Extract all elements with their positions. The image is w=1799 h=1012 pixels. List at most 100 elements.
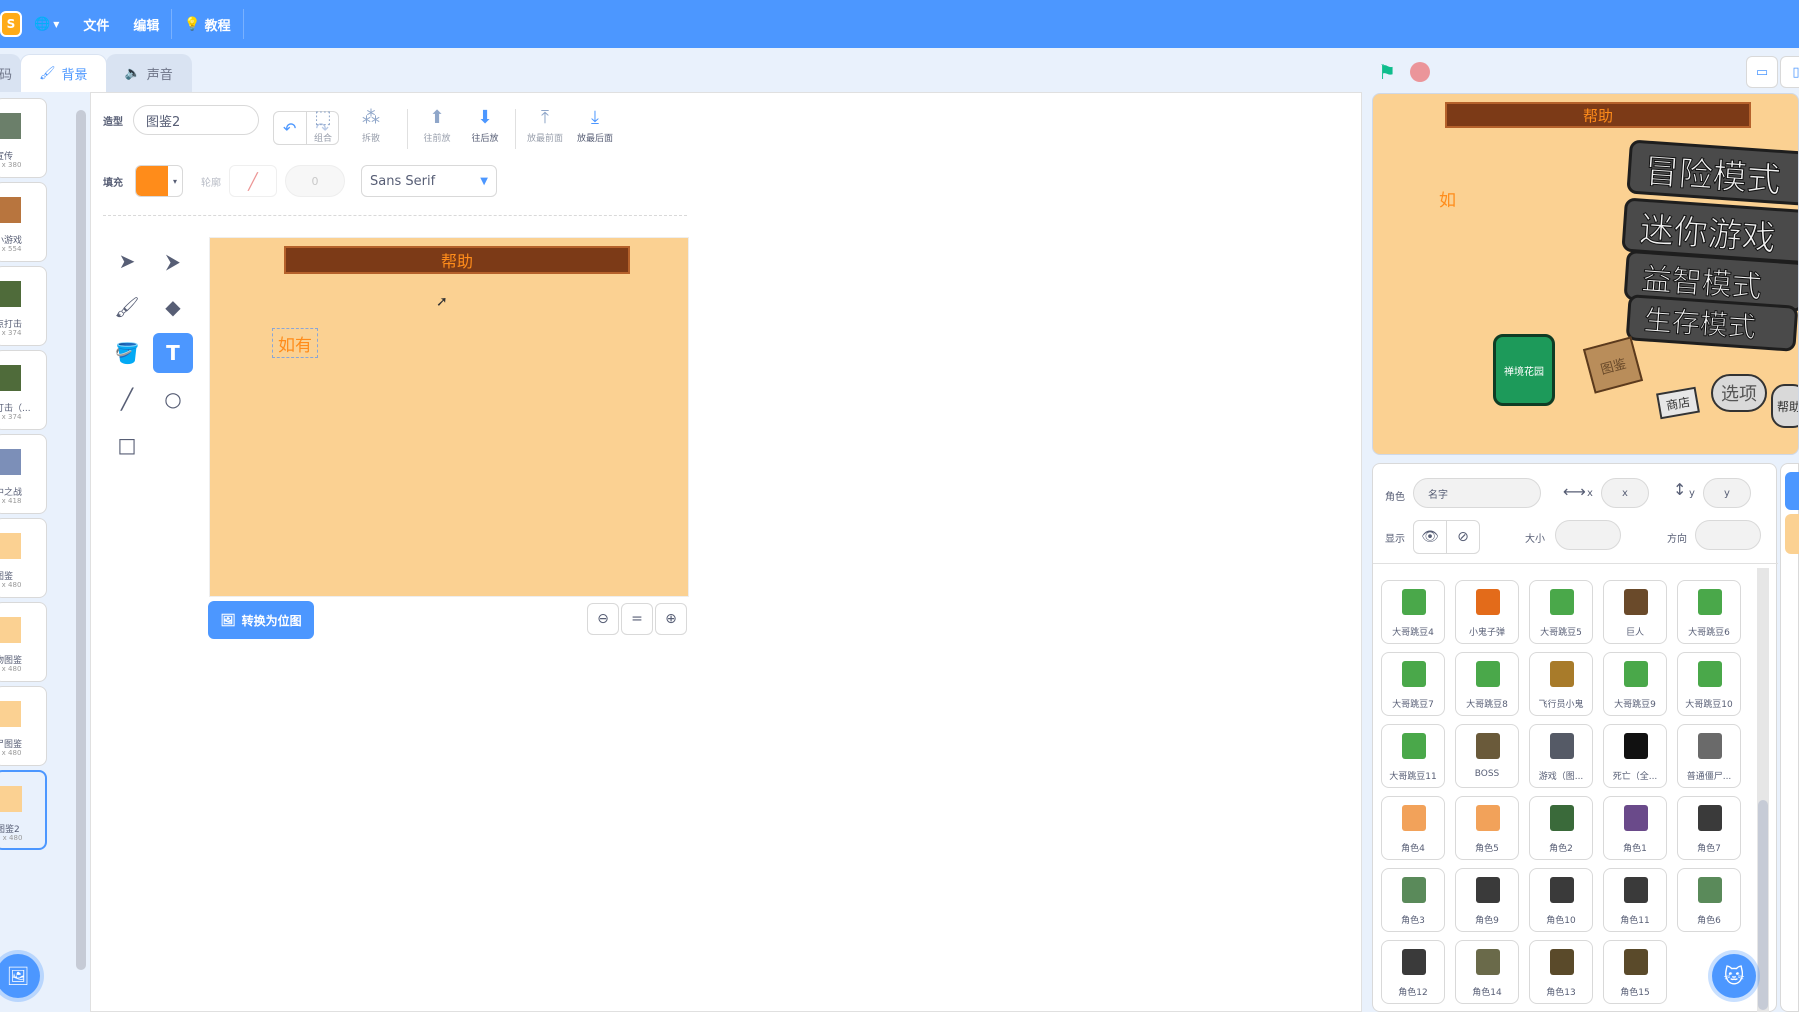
circle-tool[interactable]: ○ (153, 379, 193, 419)
costume-item[interactable]: 点打击3 x 374 (0, 266, 47, 346)
sprite-tile[interactable]: 角色14 (1455, 940, 1519, 1004)
tab-costumes[interactable]: 🖌 背景 (20, 54, 107, 92)
brush-icon: 🖌 (39, 66, 56, 81)
sprite-name: 大哥跳豆6 (1688, 628, 1730, 638)
sprite-tile[interactable]: 大哥跳豆9 (1603, 652, 1667, 716)
back-button[interactable]: ⤓ 放最后面 (571, 107, 619, 144)
add-sprite-button[interactable]: 🐱 (1712, 954, 1756, 998)
stage-selector-tab[interactable] (1785, 472, 1799, 510)
ungroup-button[interactable]: ⁂ 拆散 (347, 107, 395, 144)
outline-color-picker[interactable]: ╱ (229, 165, 277, 197)
options-bag[interactable]: 选项 (1711, 374, 1767, 412)
sprite-tile[interactable]: 角色5 (1455, 796, 1519, 860)
show-button[interactable]: 👁 (1413, 520, 1447, 554)
zoom-reset-button[interactable]: = (621, 603, 653, 635)
costume-item[interactable]: 打击（...0 x 374 (0, 350, 47, 430)
sprite-tile[interactable]: 大哥跳豆11 (1381, 724, 1445, 788)
fill-color-picker[interactable]: ▾ (135, 165, 183, 197)
fill-tool[interactable]: 🪣 (107, 333, 147, 373)
text-tool[interactable]: T (153, 333, 193, 373)
costume-item[interactable]: 图鉴23 x 480 (0, 770, 47, 850)
tab-sounds[interactable]: 🔈 声音 (105, 54, 192, 92)
shop-sign[interactable]: 商店 (1656, 386, 1700, 420)
line-tool[interactable]: ╱ (107, 379, 147, 419)
sprite-tile[interactable]: 飞行员小鬼 (1529, 652, 1593, 716)
convert-to-bitmap-button[interactable]: 🖼 转换为位图 (208, 601, 314, 639)
costume-item[interactable]: 物图鉴3 x 480 (0, 602, 47, 682)
costume-item[interactable]: 中之战3 x 418 (0, 434, 47, 514)
sprite-tile[interactable]: 角色4 (1381, 796, 1445, 860)
lightbulb-icon: 💡 (184, 16, 201, 32)
zen-garden-watering-can[interactable]: 禅境花园 (1493, 334, 1555, 406)
zoom-in-button[interactable]: ⊕ (655, 603, 687, 635)
backdrop-thumbnail[interactable] (1785, 514, 1799, 554)
sprite-tile[interactable]: 死亡（全... (1603, 724, 1667, 788)
tutorials-menu[interactable]: 💡 教程 (172, 0, 242, 48)
sprite-tile[interactable]: 角色2 (1529, 796, 1593, 860)
sprite-tile[interactable]: 大哥跳豆5 (1529, 580, 1593, 644)
sprite-tile[interactable]: 巨人 (1603, 580, 1667, 644)
canvas-help-banner[interactable]: 帮助 (284, 246, 630, 274)
sprite-tile[interactable]: 角色3 (1381, 868, 1445, 932)
sprite-tile[interactable]: 角色1 (1603, 796, 1667, 860)
rectangle-tool[interactable]: □ (107, 425, 147, 465)
sprite-tile[interactable]: 角色11 (1603, 868, 1667, 932)
sprite-tile[interactable]: 大哥跳豆10 (1677, 652, 1741, 716)
large-stage-button[interactable]: ▯ (1780, 56, 1799, 88)
stop-icon[interactable] (1410, 62, 1430, 82)
help-bag[interactable]: 帮助 (1771, 384, 1798, 428)
stage[interactable]: 帮助 如 冒险模式 迷你游戏 益智模式 生存模式 禅境花园 图鉴 商店 选项 帮… (1372, 93, 1799, 455)
sprite-tile[interactable]: 角色9 (1455, 868, 1519, 932)
canvas-text-box[interactable]: 如有 (272, 328, 318, 358)
sprite-tile[interactable]: 小鬼子弹 (1455, 580, 1519, 644)
sprite-tile[interactable]: 大哥跳豆6 (1677, 580, 1741, 644)
costume-item[interactable]: 尸图鉴3 x 480 (0, 686, 47, 766)
scratch-logo[interactable]: S (0, 11, 22, 37)
group-button[interactable]: ⬚ 组合 (299, 107, 347, 144)
select-tool[interactable]: ➤ (107, 241, 147, 281)
language-menu[interactable]: 🌐 ▼ (22, 0, 71, 48)
almanac-book[interactable]: 图鉴 (1582, 336, 1644, 394)
sprite-scrollbar[interactable] (1758, 800, 1768, 1010)
forward-button[interactable]: ⬆ 往前放 (413, 107, 461, 144)
small-stage-button[interactable]: ▭ (1746, 56, 1778, 88)
costume-item[interactable]: 宣传3 x 380 (0, 98, 47, 178)
zoom-out-button[interactable]: ⊖ (587, 603, 619, 635)
file-menu[interactable]: 文件 (71, 0, 121, 48)
costume-item[interactable]: 小游戏3 x 554 (0, 182, 47, 262)
font-dropdown[interactable]: Sans Serif ▼ (361, 165, 497, 197)
sprite-name-input[interactable]: 名字 (1413, 478, 1541, 508)
eraser-tool[interactable]: ◆ (153, 287, 193, 327)
x-input[interactable]: x (1601, 478, 1649, 508)
sprite-tile[interactable]: 角色12 (1381, 940, 1445, 1004)
sprite-tile[interactable]: 角色10 (1529, 868, 1593, 932)
hide-button[interactable]: ⊘ (1446, 520, 1480, 554)
sprite-tile[interactable]: 大哥跳豆4 (1381, 580, 1445, 644)
costume-item[interactable]: 图鉴3 x 480 (0, 518, 47, 598)
green-flag-icon[interactable]: ⚑ (1378, 60, 1396, 84)
sprite-tile[interactable]: 角色15 (1603, 940, 1667, 1004)
size-input[interactable] (1555, 520, 1621, 550)
sprite-tile[interactable]: 大哥跳豆7 (1381, 652, 1445, 716)
sprite-tile[interactable]: 普通僵尸... (1677, 724, 1741, 788)
reshape-tool[interactable]: ⮞ (153, 241, 193, 281)
sprite-tile[interactable]: 角色6 (1677, 868, 1741, 932)
tab-code[interactable]: 码 (0, 54, 22, 92)
sprite-tile[interactable]: 大哥跳豆8 (1455, 652, 1519, 716)
sprite-tile[interactable]: 游戏（图... (1529, 724, 1593, 788)
edit-menu[interactable]: 编辑 (121, 0, 171, 48)
direction-input[interactable] (1695, 520, 1761, 550)
large-stage-icon: ▯ (1792, 64, 1799, 80)
adventure-mode-plank[interactable]: 冒险模式 (1626, 139, 1798, 207)
outline-width-input[interactable]: 0 (285, 165, 345, 197)
costume-name-input[interactable]: 图鉴2 (133, 105, 259, 135)
brush-tool[interactable]: 🖌 (107, 287, 147, 327)
costume-list-scrollbar[interactable] (76, 110, 86, 970)
drawing-canvas[interactable]: 帮助 如有 ➚ (209, 237, 689, 597)
backward-button[interactable]: ⬇ 往后放 (461, 107, 509, 144)
front-button[interactable]: ⤒ 放最前面 (521, 107, 569, 144)
y-input[interactable]: y (1703, 478, 1751, 508)
sprite-tile[interactable]: 角色7 (1677, 796, 1741, 860)
sprite-tile[interactable]: 角色13 (1529, 940, 1593, 1004)
sprite-tile[interactable]: BOSS (1455, 724, 1519, 788)
